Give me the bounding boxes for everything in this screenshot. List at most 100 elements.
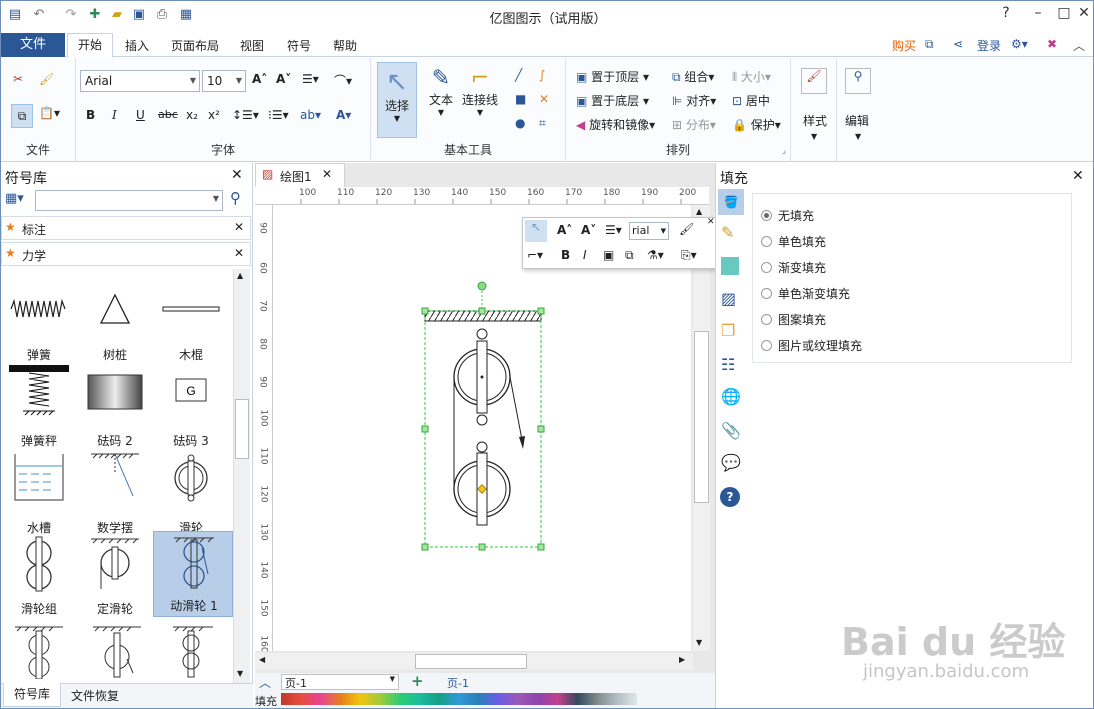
add-page-icon[interactable]: +	[411, 672, 424, 690]
library-scrollbar[interactable]: ▲ ▼	[233, 269, 250, 683]
line-tool-icon[interactable]: ✎	[721, 223, 734, 242]
rotation-handle[interactable]	[477, 281, 487, 291]
hyperlink-tool-icon[interactable]: 🌐	[721, 387, 741, 406]
symbol-pendulum[interactable]: 数学摆	[75, 452, 155, 538]
library-scroll-thumb[interactable]	[235, 399, 249, 459]
symbol-spring-scale[interactable]: 弹簧秤	[1, 365, 79, 451]
shrink-font-icon[interactable]: A˅	[581, 223, 596, 237]
crop-tool-icon[interactable]: ⌗	[539, 116, 546, 131]
bold-icon[interactable]: B	[86, 108, 95, 122]
collapse-ribbon-icon[interactable]: ︿	[1073, 37, 1085, 54]
symbol-fixed-pulley[interactable]: 定滑轮	[75, 533, 155, 619]
resize-handle[interactable]	[537, 543, 545, 551]
cross-tool-icon[interactable]: ✕	[539, 92, 549, 106]
fill-tool-icon[interactable]: 🪣	[718, 189, 744, 215]
scroll-down-icon[interactable]: ▼	[696, 638, 702, 647]
size-button[interactable]: ⫴ 大小▾	[732, 68, 771, 85]
scroll-right-icon[interactable]: ▶	[679, 655, 685, 664]
settings-gear-icon[interactable]: ⚙▾	[1011, 37, 1028, 51]
superscript-icon[interactable]: x²	[208, 108, 220, 122]
radio-no-fill[interactable]: 无填充	[761, 207, 814, 224]
binoculars-icon[interactable]: ⚲	[845, 68, 871, 94]
symbol-partial-1[interactable]	[9, 623, 69, 679]
grow-font-icon[interactable]: A˄	[557, 223, 572, 237]
line-color-icon[interactable]: ⚗▾	[647, 248, 664, 262]
close-window-button[interactable]: ✕	[1069, 5, 1093, 25]
scroll-up-icon[interactable]: ▲	[237, 271, 243, 280]
help-window-button[interactable]: ?	[991, 5, 1021, 25]
share-icon[interactable]: ⋖	[953, 37, 963, 51]
bring-front-button[interactable]: ▣ 置于顶层 ▾	[576, 68, 649, 85]
italic-icon[interactable]: I	[112, 108, 117, 122]
buy-link[interactable]: 购买	[892, 37, 916, 54]
bullet-list-icon[interactable]: ⁝☰▾	[268, 108, 289, 122]
text-highlight-icon[interactable]: ab▾	[300, 108, 321, 122]
cut-icon[interactable]: ✂	[13, 72, 23, 86]
tab-help[interactable]: 帮助	[333, 37, 357, 54]
style-icon[interactable]: 🖌	[801, 68, 827, 94]
text-path-icon[interactable]: ⌒▾	[334, 72, 352, 89]
symbol-stick[interactable]: 木棍	[151, 279, 231, 365]
resize-handle[interactable]	[421, 543, 429, 551]
align-icon[interactable]: ☰▾	[605, 223, 622, 237]
strikethrough-icon[interactable]: abc	[158, 108, 178, 121]
ellipse-tool-icon[interactable]: ●	[515, 116, 525, 130]
symbol-pulley[interactable]: 滑轮	[151, 452, 231, 538]
rectangle-tool-icon[interactable]: ■	[515, 92, 526, 106]
login-link[interactable]: 登录	[977, 37, 1001, 54]
image-tool-icon[interactable]: ▨	[721, 289, 736, 308]
resize-handle[interactable]	[478, 543, 486, 551]
distribute-button[interactable]: ⊞ 分布▾	[672, 116, 716, 133]
file-menu-tab[interactable]: 文件	[1, 33, 65, 57]
brush-icon[interactable]: 🖌	[679, 222, 694, 236]
group-button[interactable]: ⧉ 组合▾	[672, 68, 714, 85]
fill-icon[interactable]: ▣	[603, 248, 614, 262]
resize-handle[interactable]	[537, 425, 545, 433]
close-section-icon[interactable]: ✕	[234, 246, 244, 260]
symbol-water-tank[interactable]: 水槽	[1, 452, 79, 538]
expand-pages-icon[interactable]: ︿	[259, 674, 271, 691]
format-painter-icon[interactable]: 🖌	[39, 72, 54, 86]
document-tab[interactable]: ▨ 绘图1 ✕	[255, 163, 345, 187]
canvas-horizontal-scrollbar[interactable]: ◀ ▶	[255, 653, 693, 670]
paragraph-align-icon[interactable]: ☰▾	[302, 72, 319, 86]
shadow-tool-icon[interactable]	[721, 257, 739, 275]
library-menu-icon[interactable]: ▦▾	[5, 191, 24, 206]
tab-view[interactable]: 视图	[240, 37, 264, 54]
movable-pulley-drawing[interactable]	[401, 277, 561, 557]
data-tool-icon[interactable]: ☷	[721, 355, 735, 374]
tab-file-recovery[interactable]: 文件恢复	[71, 687, 119, 704]
tab-home[interactable]: 开始	[67, 33, 113, 58]
share-box-icon[interactable]: ⧉	[925, 37, 934, 52]
tab-symbol-library[interactable]: 符号库	[3, 683, 61, 707]
symbol-pulley-block[interactable]: 滑轮组	[1, 533, 79, 619]
close-document-icon[interactable]: ✕	[322, 167, 332, 181]
line-spacing-icon[interactable]: ↕☰▾	[232, 108, 259, 122]
library-search-input[interactable]: ▼	[35, 190, 223, 211]
search-icon[interactable]: ⚲	[230, 189, 241, 207]
subscript-icon[interactable]: x₂	[186, 108, 198, 122]
resize-handle[interactable]	[478, 307, 486, 315]
page-tab[interactable]: 页-1	[447, 675, 469, 691]
select-tool-button[interactable]: ↖ 选择 ▼	[377, 62, 417, 138]
symbol-stump[interactable]: 树桩	[75, 279, 155, 365]
color-palette[interactable]	[281, 693, 637, 705]
paste-icon[interactable]: 📋▾	[39, 106, 60, 120]
radio-pattern-fill[interactable]: 图案填充	[761, 311, 826, 328]
edit-dropdown-icon[interactable]: ▼	[855, 132, 861, 141]
send-back-button[interactable]: ▣ 置于底层 ▾	[576, 92, 649, 109]
help-tool-icon[interactable]: ?	[720, 487, 740, 507]
font-name-select[interactable]: Arial ▼	[80, 70, 200, 92]
connector-style-icon[interactable]: ⌐▾	[527, 248, 543, 262]
grow-font-icon[interactable]: A˄	[252, 72, 267, 86]
canvas-hscroll-thumb[interactable]	[415, 654, 527, 669]
italic-icon[interactable]: I	[583, 248, 587, 262]
tab-page-layout[interactable]: 页面布局	[171, 37, 219, 54]
font-size-select[interactable]: 10 ▼	[202, 70, 246, 92]
shadow-icon[interactable]: ⧉	[625, 248, 634, 263]
font-color-icon[interactable]: A▾	[336, 108, 351, 122]
rotate-mirror-button[interactable]: ◀ 旋转和镜像▾	[576, 116, 655, 133]
library-section-mechanics[interactable]: ★ 力学 ✕	[1, 242, 251, 266]
close-fill-panel-icon[interactable]: ✕	[1072, 168, 1084, 184]
resize-handle[interactable]	[537, 307, 545, 315]
